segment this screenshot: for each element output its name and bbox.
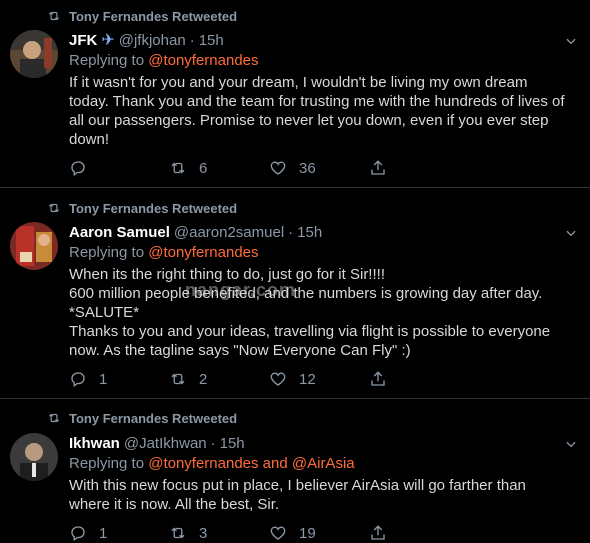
reply-count: 1 <box>99 370 108 388</box>
user-handle[interactable]: @JatIkhwan <box>124 435 207 452</box>
retweet-indicator: Tony Fernandes Retweeted <box>47 8 237 24</box>
avatar[interactable] <box>10 433 58 481</box>
reply-button[interactable]: 1 <box>69 524 169 542</box>
replying-prefix: Replying to <box>69 52 149 69</box>
avatar[interactable] <box>10 30 58 78</box>
reply-button[interactable] <box>69 159 169 177</box>
retweet-icon <box>48 203 60 213</box>
retweet-icon <box>171 373 185 385</box>
like-button[interactable]: 36 <box>269 159 369 177</box>
separator-dot: · <box>288 223 294 241</box>
replying-prefix: Replying to <box>69 244 149 261</box>
retweet-indicator: Tony Fernandes Retweeted <box>47 410 237 426</box>
replying-to: Replying to @tonyfernandes <box>69 52 569 72</box>
heart-icon <box>270 372 286 386</box>
replying-to: Replying to @tonyfernandes and @AirAsia <box>69 455 569 475</box>
mention-link[interactable]: @tonyfernandes <box>148 244 258 261</box>
chevron-down-icon[interactable] <box>564 437 578 451</box>
tweet-text: If it wasn't for you and your dream, I w… <box>69 74 565 148</box>
heart-icon <box>270 161 286 175</box>
display-name[interactable]: JFK <box>69 32 97 49</box>
timestamp[interactable]: 15h <box>297 224 322 241</box>
share-icon <box>371 160 385 175</box>
share-button[interactable] <box>369 524 469 542</box>
like-button[interactable]: 19 <box>269 524 369 542</box>
retweet-button[interactable]: 2 <box>169 370 269 388</box>
like-count: 36 <box>299 159 316 177</box>
tweet-1[interactable]: Tony Fernandes Retweeted JFK ✈ @jfkjohan… <box>0 0 590 188</box>
retweet-icon <box>171 527 185 539</box>
tweet-actions: 6 36 <box>69 158 469 178</box>
replying-prefix: Replying to <box>69 455 149 472</box>
retweet-indicator: Tony Fernandes Retweeted <box>47 200 237 216</box>
separator-dot: · <box>210 434 216 452</box>
retweet-label: Tony Fernandes Retweeted <box>69 410 238 426</box>
retweet-icon <box>48 11 60 21</box>
share-button[interactable] <box>369 159 469 177</box>
share-icon <box>371 371 385 386</box>
reply-icon <box>71 161 85 177</box>
user-handle[interactable]: @jfkjohan <box>119 32 186 49</box>
tweet-header: Ikhwan @JatIkhwan · 15h <box>69 433 569 453</box>
tweet-header: Aaron Samuel @aaron2samuel · 15h <box>69 222 569 242</box>
replying-to: Replying to @tonyfernandes <box>69 244 569 264</box>
retweet-icon <box>171 162 185 174</box>
separator-dot: · <box>189 31 195 49</box>
mention-link[interactable]: @tonyfernandes and @AirAsia <box>148 455 354 472</box>
like-count: 19 <box>299 524 316 542</box>
retweet-count: 6 <box>199 159 208 177</box>
tweet-text: With this new focus put in place, I beli… <box>69 477 526 513</box>
tweet-3[interactable]: Tony Fernandes Retweeted Ikhwan @JatIkhw… <box>0 399 590 543</box>
retweet-count: 3 <box>199 524 208 542</box>
display-name[interactable]: Aaron Samuel <box>69 224 170 241</box>
tweet-actions: 1 3 19 <box>69 523 469 543</box>
retweet-icon <box>48 413 60 423</box>
user-handle[interactable]: @aaron2samuel <box>174 224 284 241</box>
airplane-icon: ✈ <box>101 32 115 49</box>
chevron-down-icon[interactable] <box>564 226 578 240</box>
timestamp[interactable]: 15h <box>220 435 245 452</box>
retweet-button[interactable]: 3 <box>169 524 269 542</box>
tweet-text: When its the right thing to do, just go … <box>69 266 551 359</box>
reply-icon <box>71 372 85 388</box>
share-icon <box>371 525 385 540</box>
like-count: 12 <box>299 370 316 388</box>
reply-count: 1 <box>99 524 108 542</box>
reply-button[interactable]: 1 <box>69 370 169 388</box>
reply-icon <box>71 526 85 542</box>
tweet-header: JFK ✈ @jfkjohan · 15h <box>69 30 569 50</box>
like-button[interactable]: 12 <box>269 370 369 388</box>
heart-icon <box>270 526 286 540</box>
display-name[interactable]: Ikhwan <box>69 435 120 452</box>
timestamp[interactable]: 15h <box>199 32 224 49</box>
share-button[interactable] <box>369 370 469 388</box>
retweet-label: Tony Fernandes Retweeted <box>69 8 238 24</box>
tweet-actions: 1 2 12 <box>69 369 469 389</box>
chevron-down-icon[interactable] <box>564 34 578 48</box>
avatar[interactable] <box>10 222 58 270</box>
retweet-label: Tony Fernandes Retweeted <box>69 200 238 216</box>
retweet-count: 2 <box>199 370 208 388</box>
retweet-button[interactable]: 6 <box>169 159 269 177</box>
mention-link[interactable]: @tonyfernandes <box>148 52 258 69</box>
watermark: nangar.com <box>185 280 297 300</box>
